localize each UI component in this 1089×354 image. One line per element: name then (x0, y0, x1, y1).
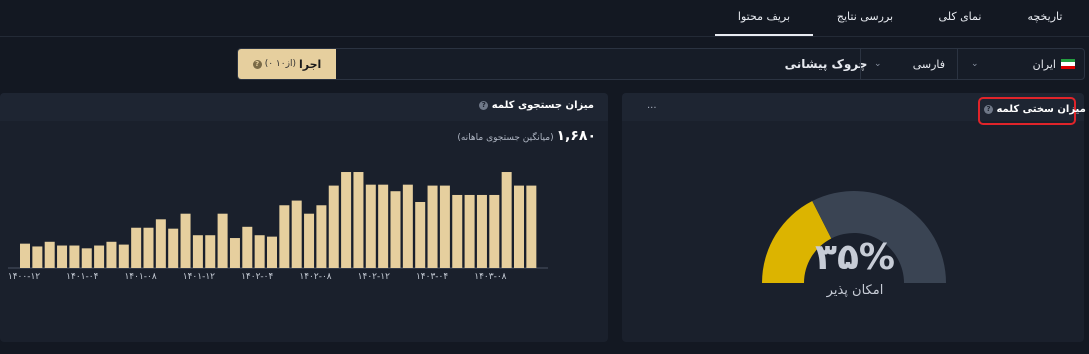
chart-bar[interactable] (316, 205, 327, 268)
search-volume-chart: ۱۴۰۰-۱۲ ۱۴۰۱-۰۴ ۱۴۰۱-۰۸ ۱۴۰۱-۱۲ ۱۴۰۲-۰۴ ۱۴۰۲-… (8, 172, 548, 282)
chart-bar[interactable] (229, 238, 240, 268)
chart-bar[interactable] (514, 185, 524, 268)
chart-bar[interactable] (378, 184, 389, 268)
chevron-down-icon: ⌄ (874, 59, 882, 69)
x-tick-label: ۱۴۰۱-۰۴ (66, 272, 98, 282)
card-title: ? میزان سختی کلمه (981, 104, 1086, 115)
difficulty-label: امکان پذیر (826, 283, 884, 298)
chart-bar[interactable] (69, 245, 80, 268)
chart-bar[interactable] (526, 185, 537, 268)
chart-bar[interactable] (304, 213, 315, 268)
chart-bar[interactable] (415, 201, 426, 268)
chart-bar[interactable] (267, 236, 277, 268)
keyword-difficulty-card (622, 93, 1084, 342)
chart-bar[interactable] (155, 219, 166, 268)
difficulty-gauge (762, 191, 946, 283)
chart-bar[interactable] (242, 226, 253, 268)
run-quota: (۰ از۱۰) (264, 59, 296, 69)
chevron-down-icon: ⌄ (971, 59, 979, 69)
chart-bar[interactable] (106, 241, 117, 268)
chart-bar[interactable] (20, 243, 30, 268)
difficulty-title: میزان سختی کلمه (996, 104, 1086, 115)
chart-bar[interactable] (291, 200, 302, 268)
x-tick-label: ۱۴۰۲-۰۸ (299, 272, 331, 282)
keyword-value: چروک پیشانی (784, 57, 868, 71)
country-select[interactable]: ⌄ ایران (957, 49, 1085, 79)
tab-overview[interactable]: نمای کلی (920, 0, 1000, 36)
x-tick-label: ۱۴۰۳-۰۴ (416, 272, 448, 282)
chart-bar[interactable] (205, 235, 216, 268)
search-volume-card: ? میزان جستجوی کلمه (میانگین جستجوی ماها… (0, 93, 608, 342)
tab-bar: تاریخچه نمای کلی بررسی نتایج بریف محتوا (0, 0, 1089, 37)
chart-bar[interactable] (168, 228, 179, 268)
chart-bar[interactable] (32, 246, 43, 268)
difficulty-value: ۳۵% (814, 237, 895, 278)
chart-bar[interactable] (452, 194, 463, 268)
chart-bar[interactable] (439, 185, 450, 268)
chart-bar[interactable] (464, 194, 475, 268)
chart-bar[interactable] (118, 244, 129, 268)
run-button[interactable]: ? (۰ از۱۰) اجرا (238, 49, 336, 79)
chart-bar[interactable] (365, 184, 376, 268)
iran-flag-icon (1061, 59, 1075, 69)
language-select[interactable]: ⌄ فارسی (860, 49, 957, 79)
chart-bar[interactable] (390, 191, 401, 268)
tab-results-review[interactable]: بررسی نتایج (815, 0, 915, 36)
chart-bar[interactable] (254, 235, 265, 268)
chart-bar[interactable] (341, 172, 352, 268)
tab-content-brief[interactable]: بریف محتوا (715, 0, 813, 36)
chart-bar[interactable] (501, 172, 512, 268)
chart-bar[interactable] (57, 245, 68, 268)
x-tick-label: ۱۴۰۳-۰۸ (474, 272, 506, 282)
country-value: ایران (1032, 57, 1056, 71)
x-tick-label: ۱۴۰۰-۱۲ (8, 272, 40, 282)
chart-bar[interactable] (402, 184, 413, 268)
language-value: فارسی (912, 57, 945, 71)
run-label: اجرا (298, 57, 322, 71)
search-toolbar: ? (۰ از۱۰) اجرا چروک پیشانی ⌄ فارسی ⌄ ای… (237, 48, 1085, 80)
help-icon: ? (252, 59, 262, 69)
chart-bar[interactable] (476, 194, 487, 268)
chart-bar[interactable] (489, 194, 500, 268)
chart-bar[interactable] (427, 185, 438, 268)
chart-bar[interactable] (94, 245, 105, 268)
more-options-icon[interactable]: ... (647, 100, 657, 111)
chart-bar[interactable] (217, 213, 228, 268)
x-tick-label: ۱۴۰۲-۰۴ (241, 272, 273, 282)
tab-history[interactable]: تاریخچه (1005, 0, 1085, 36)
chart-bar[interactable] (44, 241, 55, 268)
chart-bar[interactable] (192, 235, 203, 268)
help-icon[interactable]: ? (984, 104, 993, 114)
chart-bar[interactable] (279, 205, 290, 268)
chart-bar[interactable] (81, 248, 92, 268)
x-tick-label: ۱۴۰۱-۰۸ (124, 272, 156, 282)
chart-bar[interactable] (180, 213, 191, 268)
x-tick-label: ۱۴۰۱-۱۲ (183, 272, 215, 282)
x-tick-label: ۱۴۰۲-۱۲ (358, 272, 390, 282)
chart-bar[interactable] (353, 172, 364, 268)
chart-bar[interactable] (143, 227, 154, 268)
chart-bar[interactable] (131, 227, 142, 268)
chart-bar[interactable] (328, 185, 339, 268)
